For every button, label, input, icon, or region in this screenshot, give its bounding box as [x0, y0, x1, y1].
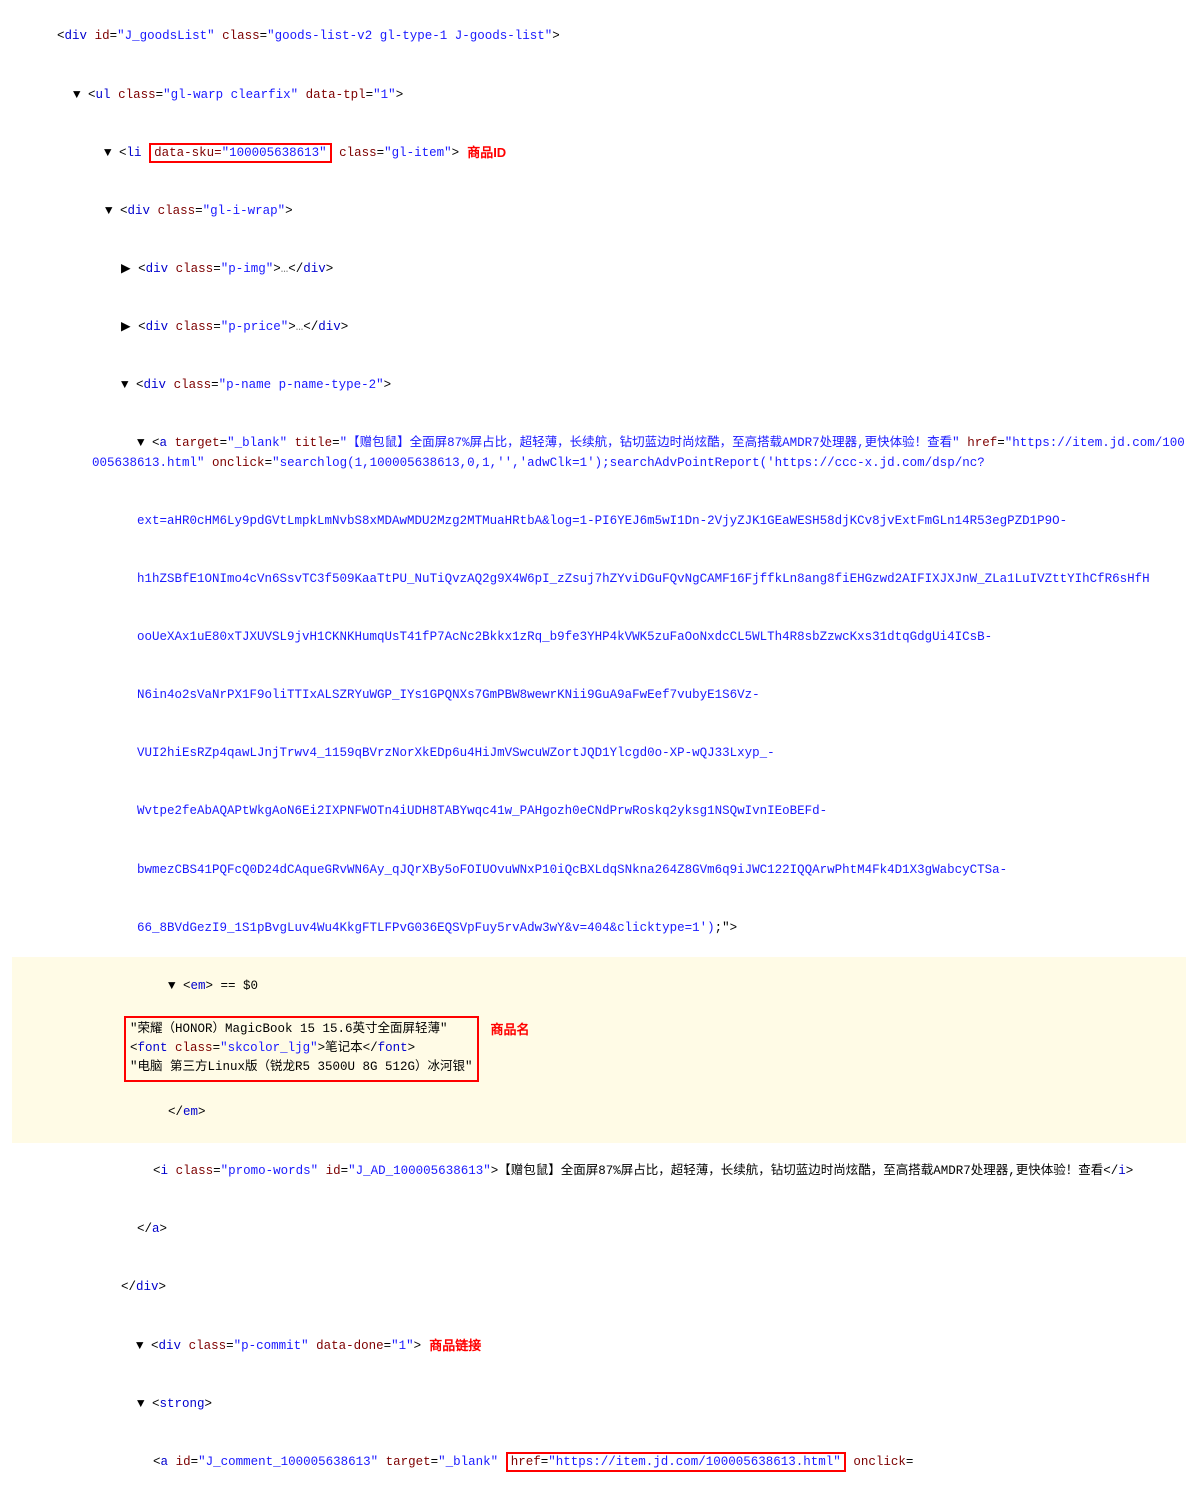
- annotation-product-id: 商品ID: [467, 143, 506, 164]
- code-line-strong-open: ▼ <strong>: [12, 1375, 1186, 1433]
- code-line-1: <div id="J_goodsList" class="goods-list-…: [12, 8, 1186, 66]
- code-line-8g: Wvtpe2feAbAQAPtWkgAoN6Ei2IXPNFWOTn4iUDH8…: [12, 783, 1186, 841]
- code-line-p-commit: ▼ <div class="p-commit" data-done="1"> 商…: [12, 1317, 1186, 1375]
- code-line-2: ▼ <ul class="gl-warp clearfix" data-tpl=…: [12, 66, 1186, 124]
- code-line-8b: ext=aHR0cHM6Ly9pdGVtLmpkLmNvbS8xMDAwMDU2…: [12, 492, 1186, 550]
- code-line-8i: 66_8BVdGezI9_1S1pBvgLuv4Wu4KkgFTLFPvG036…: [12, 899, 1186, 957]
- code-line-4: ▼ <div class="gl-i-wrap">: [12, 182, 1186, 240]
- code-line-promo: <i class="promo-words" id="J_AD_10000563…: [12, 1143, 1186, 1201]
- code-line-product-name: "荣耀（HONOR）MagicBook 15 15.6英寸全面屏轻薄" <fon…: [12, 1016, 1186, 1082]
- code-line-5: ▶ <div class="p-img">…</div>: [12, 241, 1186, 299]
- code-line-3: ▼ <li data-sku="100005638613" class="gl-…: [12, 124, 1186, 182]
- code-line-6: ▶ <div class="p-price">…</div>: [12, 299, 1186, 357]
- main-container: <div id="J_goodsList" class="goods-list-…: [0, 0, 1198, 1492]
- code-line-a-close: </a>: [12, 1201, 1186, 1259]
- code-line-8e: N6in4o2sVaNrPX1F9oliTTIxALSZRYuWGP_IYs1G…: [12, 667, 1186, 725]
- code-line-8f: VUI2hiEsRZp4qawLJnjTrwv4_1159qBVrzNorXkE…: [12, 725, 1186, 783]
- code-line-8c: h1hZSBfE1ONImo4cVn6SsvTC3f509KaaTtPU_NuT…: [12, 551, 1186, 609]
- annotation-product-link: 商品链接: [429, 1336, 481, 1357]
- code-line-7: ▼ <div class="p-name p-name-type-2">: [12, 357, 1186, 415]
- code-line-8h: bwmezCBS41PQFcQ0D24dCAqueGRvWN6Ay_qJQrXB…: [12, 841, 1186, 899]
- code-display: <div id="J_goodsList" class="goods-list-…: [12, 8, 1186, 1492]
- code-line-em-close: </em>: [12, 1082, 1186, 1143]
- annotation-product-name: 商品名: [491, 1020, 530, 1041]
- code-line-8d: ooUeXAx1uE80xTJXUVSL9jvH1CKNKHumqUsT41fP…: [12, 609, 1186, 667]
- code-line-8: ▼ <a target="_blank" title="【赠包鼠】全面屏87%屏…: [12, 415, 1186, 493]
- code-line-comment-a: <a id="J_comment_100005638613" target="_…: [12, 1433, 1186, 1491]
- code-line-em-open: ▼ <em> == $0: [12, 957, 1186, 1015]
- code-line-div-close1: </div>: [12, 1259, 1186, 1317]
